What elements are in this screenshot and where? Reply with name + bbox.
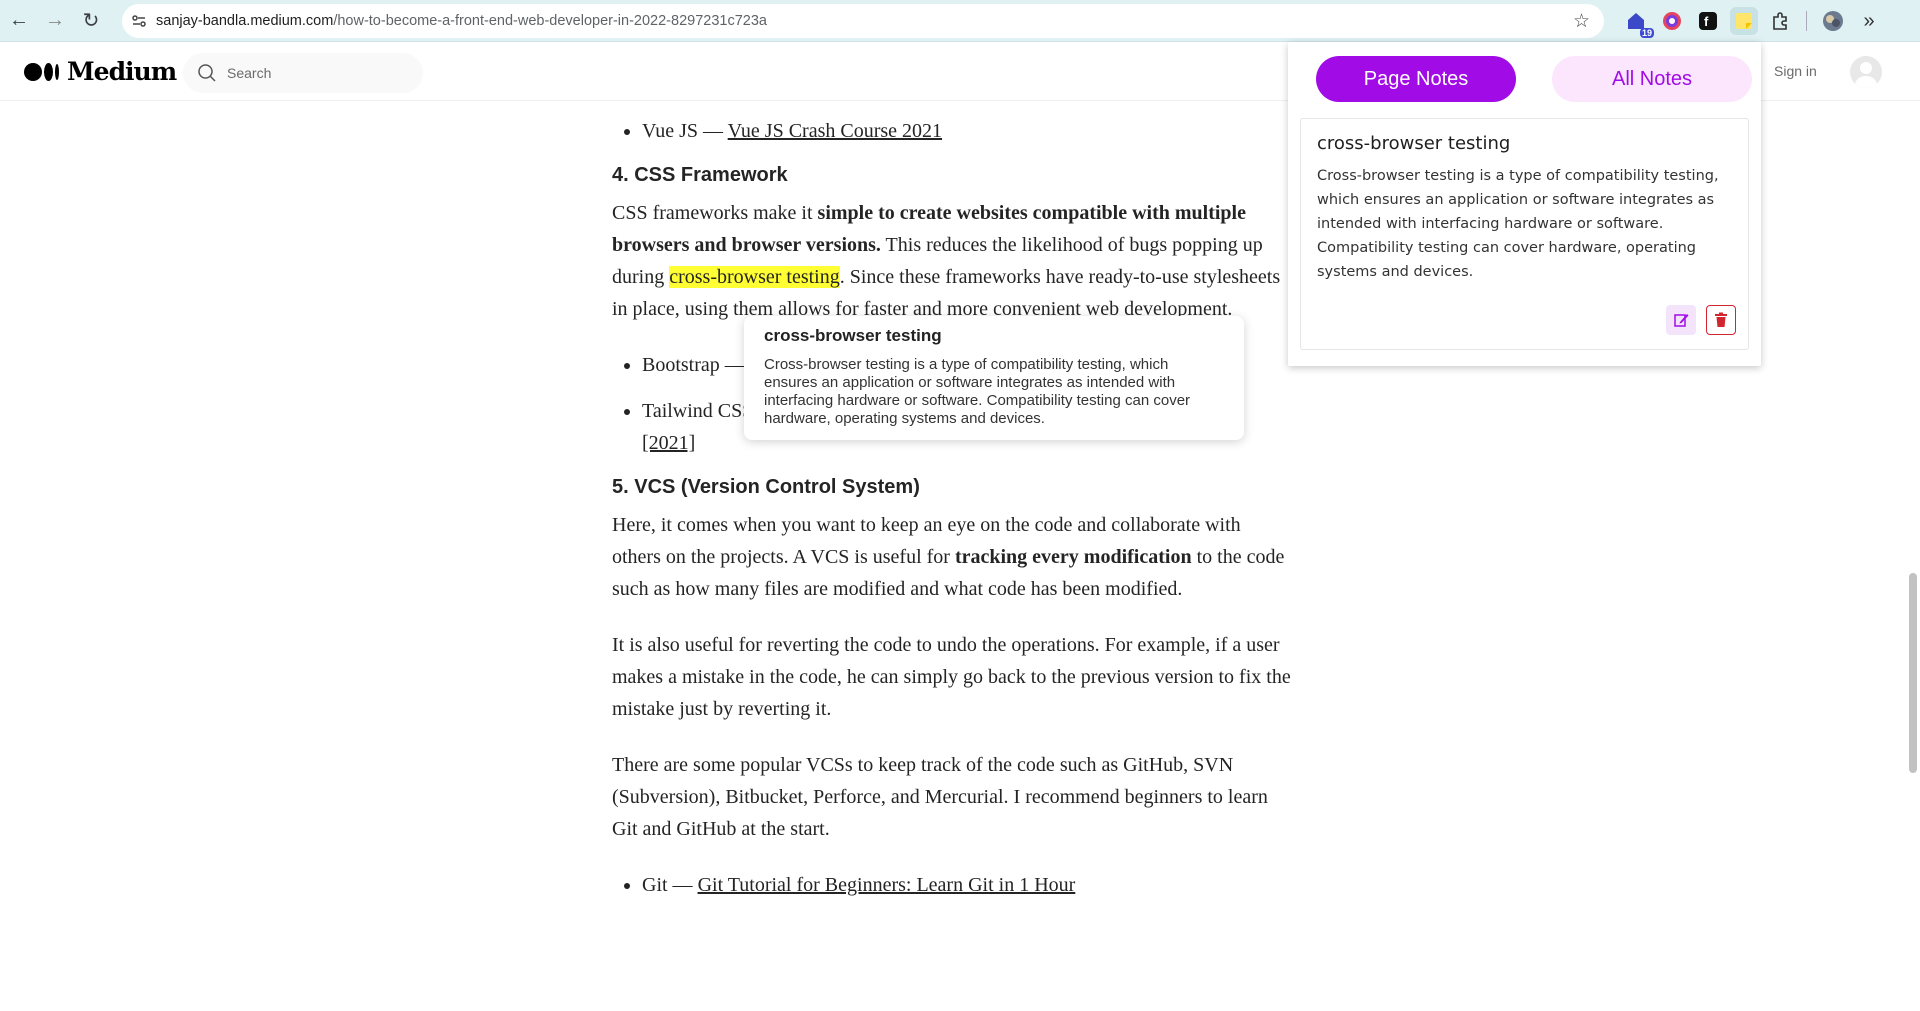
paragraph-vcs-1: Here, it comes when you want to keep an … xyxy=(612,509,1292,605)
search-input[interactable]: Search xyxy=(183,53,423,93)
address-bar[interactable]: sanjay-bandla.medium.com/how-to-become-a… xyxy=(122,4,1604,38)
search-placeholder: Search xyxy=(227,65,272,81)
medium-logo[interactable]: Medium xyxy=(24,57,177,86)
user-avatar[interactable] xyxy=(1850,56,1882,88)
extension-f-icon[interactable]: f xyxy=(1694,7,1722,35)
tooltip-body: Cross-browser testing is a type of compa… xyxy=(764,356,1191,427)
note-title: cross-browser testing xyxy=(1317,133,1511,154)
text: CSS frameworks make it xyxy=(612,202,818,224)
page-scrollbar[interactable] xyxy=(1905,101,1920,1011)
url-host: sanjay-bandla.medium.com xyxy=(156,13,334,29)
bold-text: tracking every modification xyxy=(954,546,1192,568)
term-tooltip: cross-browser testing Cross-browser test… xyxy=(744,316,1244,440)
forward-icon[interactable]: → xyxy=(38,4,72,38)
tooltip-title: cross-browser testing xyxy=(764,326,942,345)
resource-list-git: Git — Git Tutorial for Beginners: Learn … xyxy=(642,869,1292,901)
note-actions xyxy=(1666,305,1736,335)
site-info-icon[interactable] xyxy=(122,13,156,29)
more-chevron-icon[interactable]: » xyxy=(1855,7,1883,35)
notes-tabs: Page Notes All Notes xyxy=(1316,56,1752,102)
section-heading-css: 4. CSS Framework xyxy=(612,164,788,186)
sign-in-link[interactable]: Sign in xyxy=(1774,63,1817,79)
note-body: Cross-browser testing is a type of compa… xyxy=(1317,168,1719,280)
search-icon xyxy=(198,64,216,82)
extensions-area: 19 f » xyxy=(1622,4,1883,38)
extensions-puzzle-icon[interactable] xyxy=(1766,7,1794,35)
paragraph-css: CSS frameworks make it simple to create … xyxy=(612,197,1292,325)
profile-avatar-icon[interactable] xyxy=(1819,7,1847,35)
notes-extension-popup: Page Notes All Notes cross-browser testi… xyxy=(1288,42,1761,366)
extension-calendar-icon[interactable]: 19 xyxy=(1622,7,1654,38)
list-item-label: Bootstrap — xyxy=(642,354,745,376)
extension-colorwheel-icon[interactable] xyxy=(1658,7,1686,35)
svg-text:f: f xyxy=(1704,14,1709,29)
list-item-label: Vue JS — xyxy=(642,120,728,142)
back-icon[interactable]: ← xyxy=(2,4,36,38)
medium-logo-icon xyxy=(24,62,59,81)
note-card: cross-browser testing Cross-browser test… xyxy=(1300,118,1749,350)
resource-list-vue: Vue JS — Vue JS Crash Course 2021 xyxy=(642,115,1292,147)
vue-course-link[interactable]: Vue JS Crash Course 2021 xyxy=(728,120,942,142)
tab-page-notes[interactable]: Page Notes xyxy=(1316,56,1516,102)
logo-text: Medium xyxy=(67,57,177,86)
toolbar-divider xyxy=(1806,11,1807,31)
edit-icon xyxy=(1674,314,1689,327)
reload-icon[interactable]: ↻ xyxy=(74,4,108,38)
url-path: /how-to-become-a-front-end-web-developer… xyxy=(333,13,767,29)
delete-note-button[interactable] xyxy=(1706,305,1736,335)
article-body: Vue JS — Vue JS Crash Course 2021 4. CSS… xyxy=(612,101,1292,915)
extension-badge: 19 xyxy=(1639,28,1654,38)
paragraph-vcs-2: It is also useful for reverting the code… xyxy=(612,634,1291,720)
tab-all-notes[interactable]: All Notes xyxy=(1552,56,1752,102)
browser-toolbar: ← → ↻ sanjay-bandla.medium.com/how-to-be… xyxy=(0,0,1920,42)
paragraph-vcs-3: There are some popular VCSs to keep trac… xyxy=(612,754,1268,840)
trash-icon xyxy=(1715,312,1727,327)
extension-notes-icon[interactable] xyxy=(1730,7,1758,35)
section-heading-vcs: 5. VCS (Version Control System) xyxy=(612,476,920,498)
list-item: Vue JS — Vue JS Crash Course 2021 xyxy=(642,115,1292,147)
list-item: Git — Git Tutorial for Beginners: Learn … xyxy=(642,869,1292,901)
edit-note-button[interactable] xyxy=(1666,305,1696,335)
highlighted-term[interactable]: cross-browser testing xyxy=(669,266,840,288)
list-item-label: Git — xyxy=(642,874,698,896)
git-course-link[interactable]: Git Tutorial for Beginners: Learn Git in… xyxy=(698,874,1076,896)
scrollbar-thumb[interactable] xyxy=(1909,573,1917,773)
bookmark-star-icon[interactable]: ☆ xyxy=(1573,10,1590,33)
